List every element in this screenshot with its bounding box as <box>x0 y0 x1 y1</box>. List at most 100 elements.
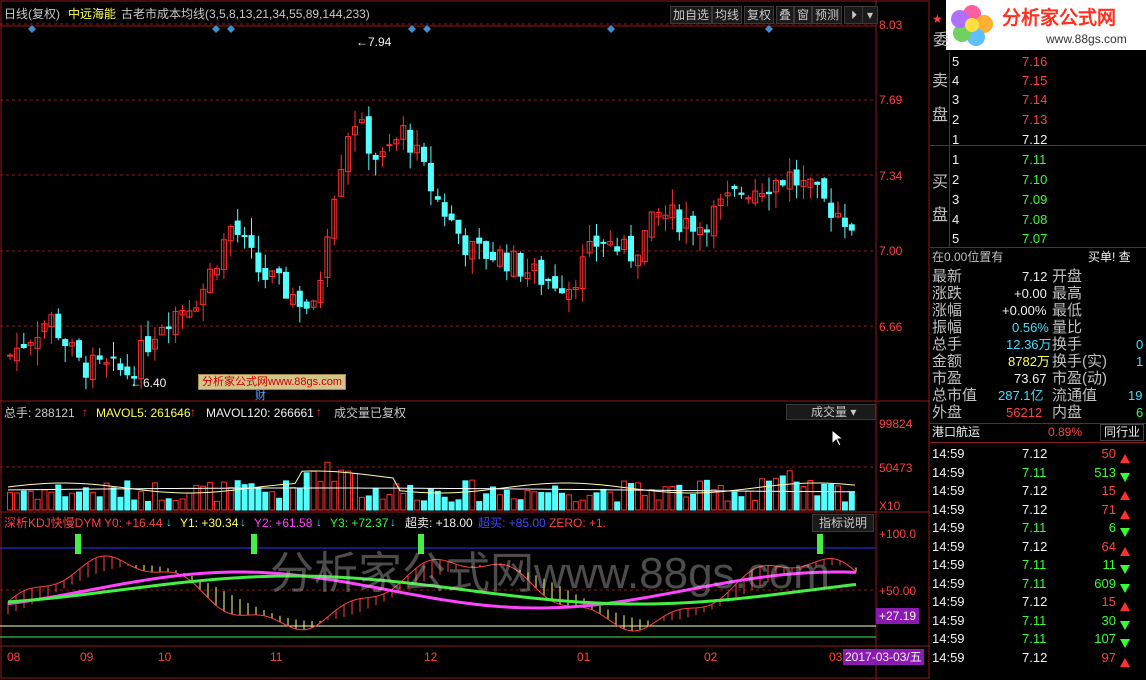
tick-time: 14:59 <box>932 464 965 480</box>
candle-body <box>62 339 69 347</box>
period-label: 日线(复权) <box>4 7 60 21</box>
up-arrow-icon <box>1120 542 1130 556</box>
stock-name: 中远海能 <box>68 7 117 21</box>
low-price-marker: 6.40 <box>143 376 167 390</box>
forecast-button[interactable]: 预测 <box>812 6 843 24</box>
level-number: 3 <box>952 92 960 107</box>
tick-volume: 513 <box>1094 464 1116 480</box>
candle-body <box>614 246 621 252</box>
sell-level-row[interactable]: 5 7.16 <box>930 52 1146 71</box>
volume-bar <box>793 481 800 511</box>
volume-select[interactable]: 成交量 ▾ <box>786 404 876 420</box>
volume-bar <box>676 484 683 511</box>
volume-bar <box>703 479 710 511</box>
candle-body <box>600 241 607 244</box>
volume-bar <box>131 499 138 511</box>
volume-bar <box>724 500 731 511</box>
up-arrow-icon: ↑ <box>190 405 196 419</box>
finance-event-marker[interactable]: 财 <box>255 389 266 403</box>
volume-bar <box>717 484 724 511</box>
industry-button[interactable]: 同行业 <box>1100 424 1145 441</box>
volume-bar <box>255 487 262 511</box>
date-axis-label: 01 <box>577 650 591 664</box>
low-arrow-icon: ← <box>130 376 142 390</box>
candle-body <box>490 251 496 261</box>
candle-body <box>503 252 510 272</box>
candle-body <box>690 215 697 232</box>
candle-body <box>448 213 455 221</box>
candle-body <box>76 340 82 358</box>
level-price: 7.15 <box>1022 73 1048 88</box>
date-axis-label: 11 <box>270 650 283 664</box>
volume-bar <box>483 493 490 511</box>
candle-body <box>7 354 13 357</box>
price-axis-label: 7.34 <box>879 169 903 183</box>
sector-row[interactable]: 港口航运 0.89% 同行业 <box>930 423 1146 442</box>
volume-bar <box>531 491 538 511</box>
volume-bar <box>690 493 697 511</box>
volume-bar <box>193 484 200 511</box>
volume-bar <box>172 500 179 511</box>
volume-bar <box>448 501 455 511</box>
tick-time: 14:59 <box>932 446 965 461</box>
add-watchlist-button[interactable]: 加自选 <box>670 6 713 24</box>
buy-level-row[interactable]: 5 7.07 <box>930 229 1146 248</box>
chart-area[interactable]: 日线(复权) 中远海能 古老市成本均线(3,5,8,13,21,34,55,89… <box>0 0 930 680</box>
ma-button[interactable]: 均线 <box>712 6 743 24</box>
buy-level-row[interactable]: 3 7.09 <box>930 190 1146 209</box>
tick-price: 7.12 <box>1022 483 1048 498</box>
tick-time: 14:59 <box>932 557 965 572</box>
candle-body <box>434 196 441 200</box>
collapse-icon[interactable]: ⏵ <box>844 6 864 24</box>
query-link[interactable]: 买单! 查 <box>1088 248 1131 267</box>
volume-bar <box>352 473 358 511</box>
tick-time: 14:59 <box>932 483 965 498</box>
candle-body <box>455 219 462 234</box>
tick-price: 7.11 <box>1022 631 1047 646</box>
kdj-current-value: +27.19 <box>876 608 920 624</box>
volume-bar <box>683 496 690 511</box>
volume-bar <box>572 501 579 511</box>
sell-level-row[interactable]: 3 7.14 <box>930 90 1146 109</box>
buy-level-row[interactable]: 4 7.08 <box>930 210 1146 229</box>
indicator-help-button[interactable]: 指标说明 <box>812 514 875 532</box>
volume-bar <box>76 491 82 511</box>
kdj-y1: Y1: +30.34 <box>180 516 239 530</box>
down-arrow-icon <box>1120 616 1130 630</box>
watermark-badge: 分析家公式网www.88gs.com <box>198 374 346 390</box>
buy-level-row[interactable]: 1 7.11 <box>930 150 1146 169</box>
dropdown-icon[interactable]: ▾ <box>862 6 878 24</box>
tick-price: 7.12 <box>1022 594 1048 609</box>
kdj-y2: Y2: +61.58 <box>254 516 313 530</box>
candle-body <box>821 178 828 199</box>
candle-body <box>703 229 710 233</box>
up-arrow-icon: ↑ <box>316 405 322 419</box>
volume-unit-label: X10 <box>879 499 901 513</box>
candle-body <box>296 290 303 307</box>
buy-level-row[interactable]: 2 7.10 <box>930 170 1146 189</box>
sell-level-row[interactable]: 4 7.15 <box>930 71 1146 90</box>
candle-body <box>255 252 262 273</box>
star-icon[interactable]: ★ <box>932 12 943 26</box>
tick-volume: 609 <box>1094 575 1116 591</box>
tick-volume: 6 <box>1108 520 1116 535</box>
window-button[interactable]: 窗 <box>794 6 813 24</box>
tick-price: 7.11 <box>1022 612 1047 628</box>
volume-bar <box>262 491 269 511</box>
volume-bar <box>648 489 655 511</box>
price-axis-label: 7.69 <box>879 93 903 107</box>
overlay-button[interactable]: 叠 <box>776 6 795 24</box>
date-axis-label: 09 <box>80 650 94 664</box>
volume-bar <box>62 496 69 511</box>
volume-status: 成交量已复权 <box>334 406 407 420</box>
price-axis-label: 7.00 <box>879 244 903 258</box>
sell-level-row[interactable]: 1 7.12 <box>930 130 1146 149</box>
sell-level-row[interactable]: 2 7.13 <box>930 110 1146 129</box>
restore-right-button[interactable]: 复权 <box>744 6 775 24</box>
volume-bar <box>421 500 427 511</box>
down-arrow-icon: ↓ <box>240 515 246 529</box>
kdj-y3: Y3: +72.37 <box>330 516 389 530</box>
volume-bar <box>269 491 276 511</box>
volume-bar <box>745 490 752 511</box>
volume-bar <box>841 501 848 511</box>
